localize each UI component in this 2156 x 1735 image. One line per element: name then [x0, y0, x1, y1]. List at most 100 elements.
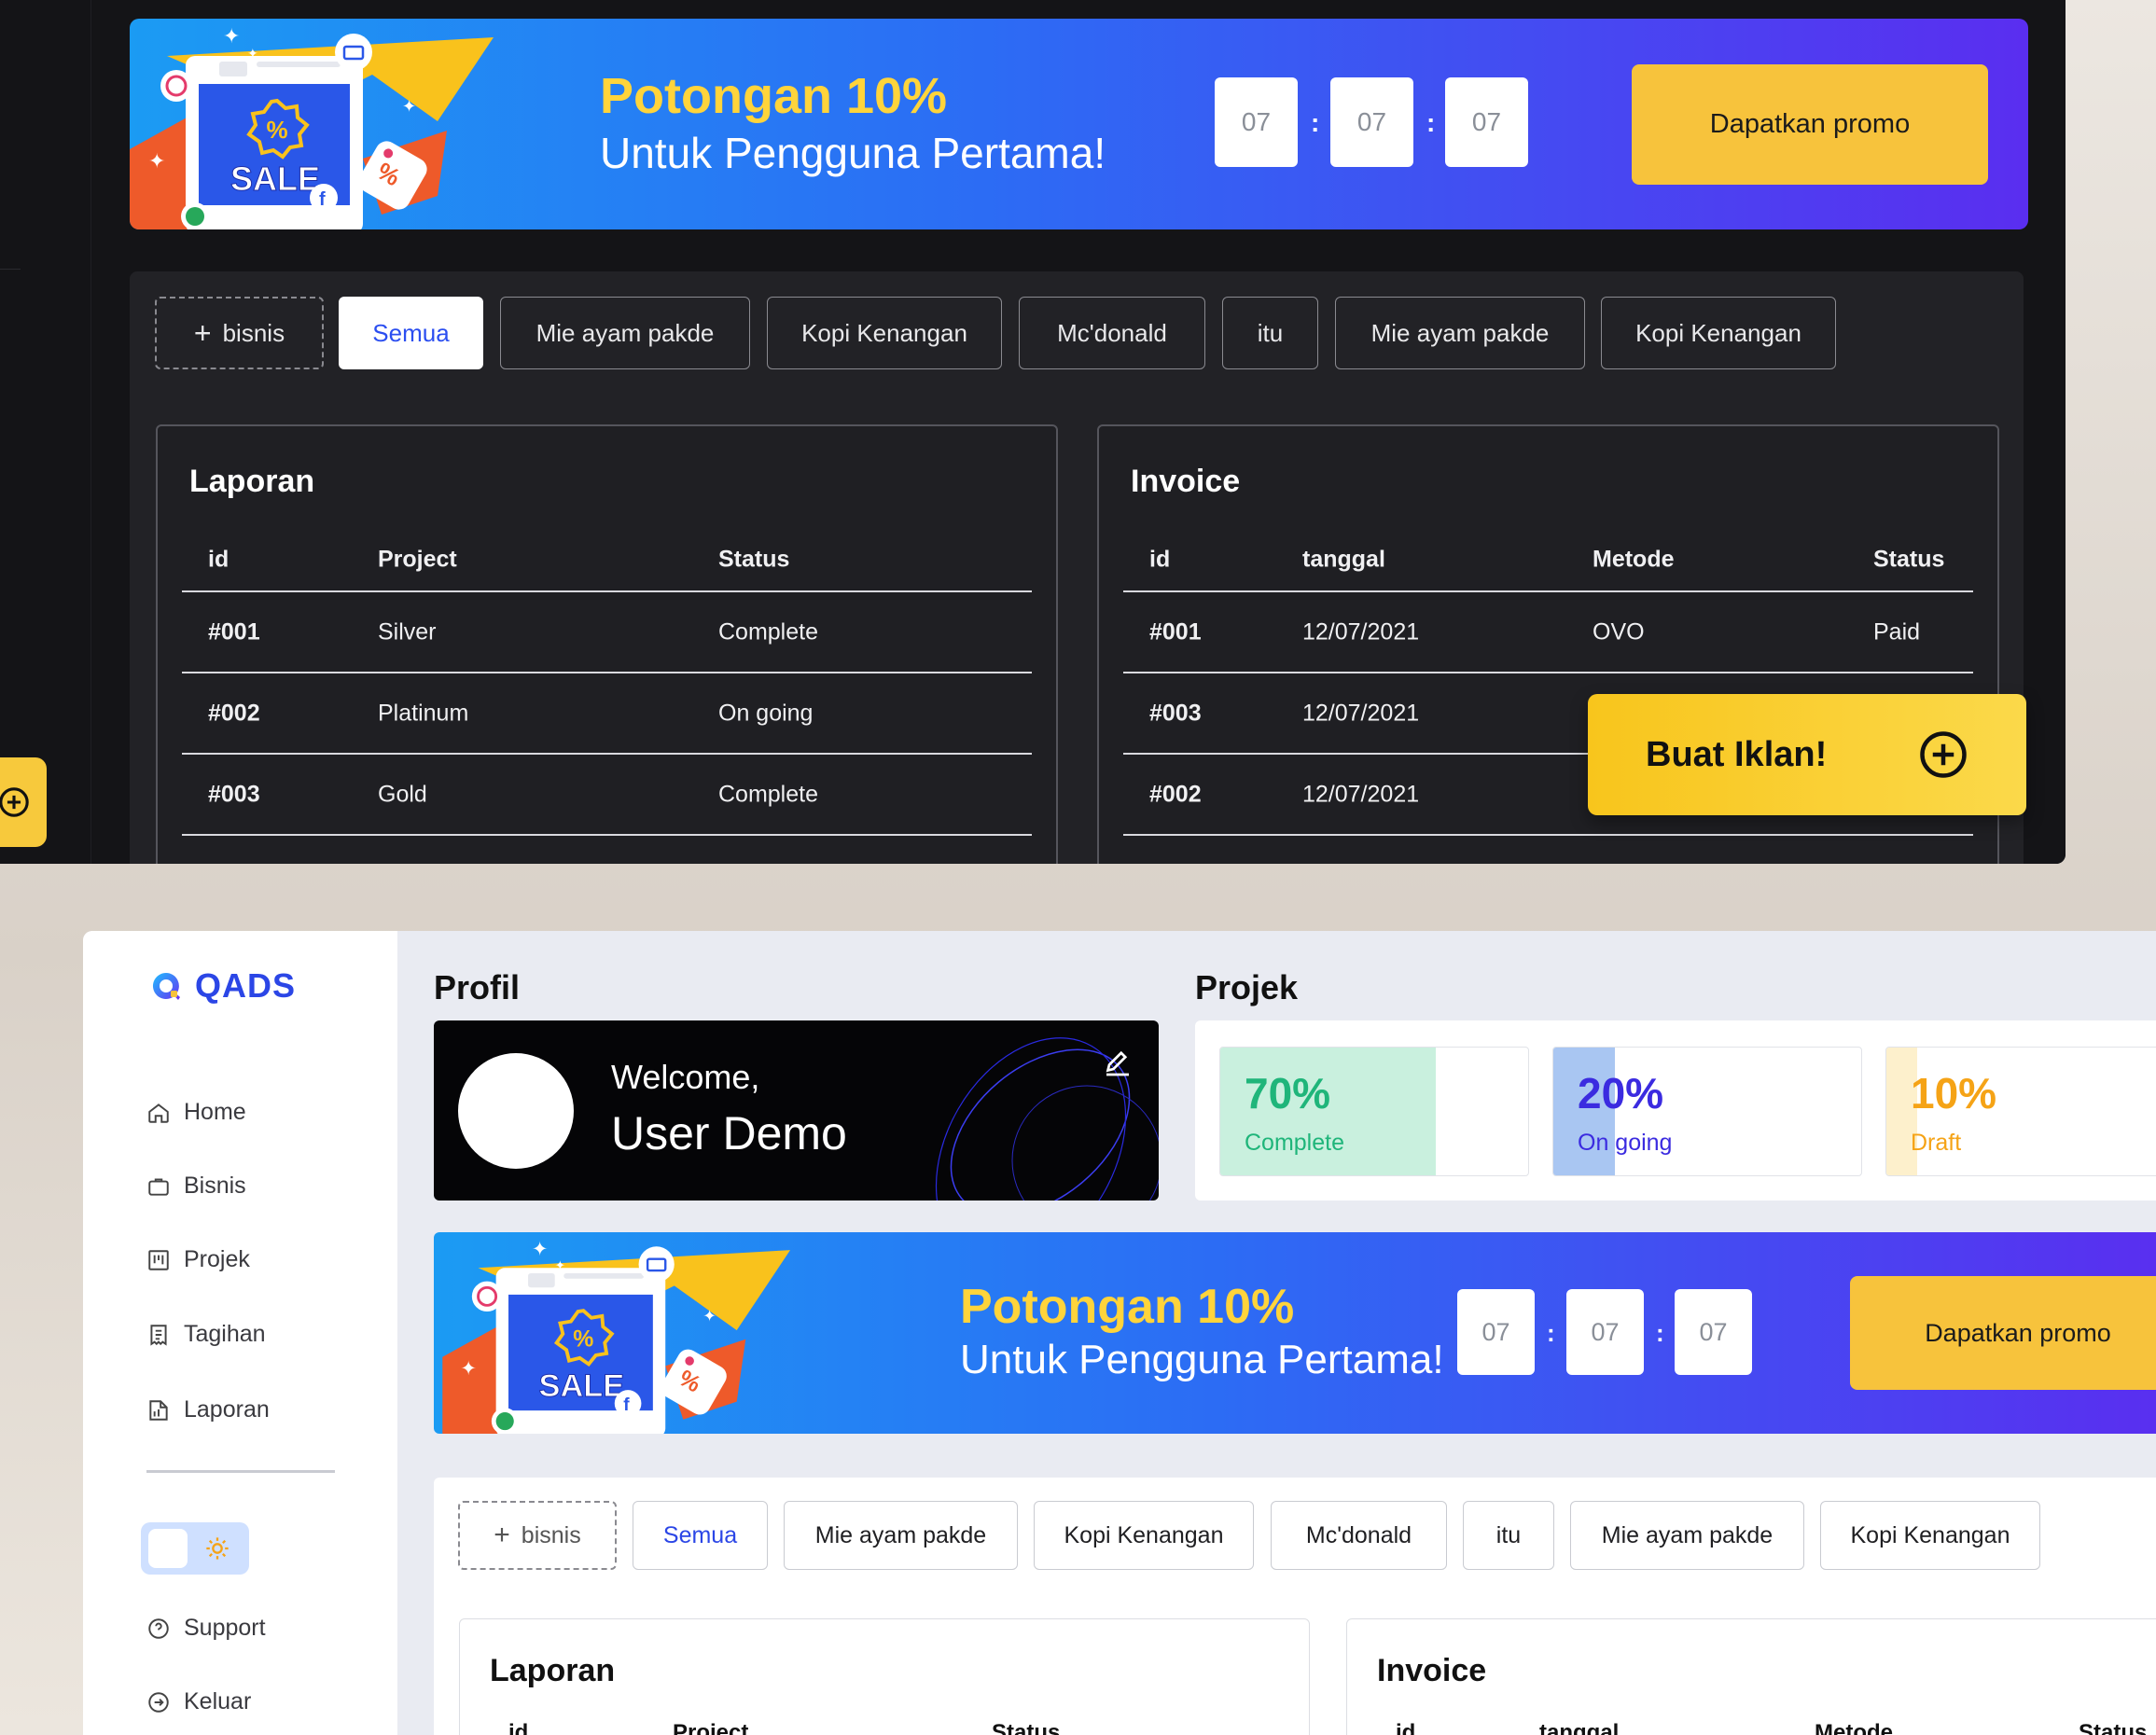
logout-icon — [148, 1691, 169, 1713]
stat-label: Draft — [1911, 1130, 1962, 1156]
stat-ongoing[interactable]: 20% On going — [1552, 1047, 1862, 1176]
row-id: #001 — [208, 618, 260, 645]
laporan-title: Laporan — [189, 464, 315, 499]
svg-text:✦: ✦ — [223, 24, 240, 48]
invoice-card: Invoice id tanggal Metode Status — [1346, 1618, 2156, 1735]
get-promo-button[interactable]: Dapatkan promo — [1632, 64, 1988, 185]
svg-text:%: % — [266, 116, 287, 144]
sidebar-item-projek[interactable]: Projek — [146, 1246, 250, 1273]
filter-chip-semua[interactable]: Semua — [633, 1501, 768, 1570]
column-header: Project — [378, 546, 457, 573]
column-header: id — [1396, 1720, 1416, 1735]
row-date: 12/07/2021 — [1302, 618, 1420, 645]
row-date: 12/07/2021 — [1302, 781, 1420, 807]
row-id: #002 — [1149, 781, 1202, 807]
filter-chip-semua[interactable]: Semua — [339, 297, 483, 369]
row-project: Gold — [378, 781, 427, 807]
briefcase-icon — [148, 1177, 169, 1196]
laporan-table: id Project Status #001 Silver Complete #… — [182, 529, 1032, 836]
svg-text:SALE: SALE — [539, 1368, 625, 1404]
sidebar-item-bisnis[interactable]: Bisnis — [146, 1173, 246, 1200]
sidebar-item-tagihan[interactable]: Tagihan — [146, 1321, 266, 1348]
sale-illustration: % SALE f % ✦✦ ✦✦ — [442, 1239, 791, 1434]
theme-toggle[interactable] — [141, 1522, 249, 1575]
sidebar-item-label: Support — [184, 1615, 266, 1641]
stat-draft[interactable]: 10% Draft — [1885, 1047, 2156, 1176]
row-project: Platinum — [378, 700, 469, 726]
add-business-button[interactable]: + bisnis — [458, 1501, 617, 1570]
plus-circle-icon — [1920, 731, 1967, 778]
divider — [146, 1470, 335, 1473]
sidebar-item-label: Bisnis — [184, 1173, 246, 1199]
sidebar-item-label: Keluar — [184, 1688, 252, 1714]
svg-text:✦: ✦ — [555, 1258, 565, 1272]
countdown-hours: 07 — [1215, 77, 1298, 167]
stat-label: Complete — [1245, 1130, 1344, 1156]
add-business-button[interactable]: + bisnis — [155, 297, 324, 369]
dark-theme-screenshot: % SALE f % ✦ ✦ ✦ ✦ Potongan 10% Untuk Peng… — [0, 0, 2066, 864]
table-header: id Project Status — [182, 529, 1032, 592]
filter-chip[interactable]: Kopi Kenangan — [767, 297, 1002, 369]
filter-chip[interactable]: Mc'donald — [1019, 297, 1205, 369]
sidebar-item-home[interactable]: Home — [146, 1099, 246, 1126]
filter-chip[interactable]: Mc'donald — [1271, 1501, 1447, 1570]
table-row[interactable]: #001 12/07/2021 OVO Paid — [1123, 592, 1973, 673]
column-header: tanggal — [1302, 546, 1385, 573]
table-row[interactable]: #003 Gold Complete — [182, 755, 1032, 836]
sidebar-item-keluar[interactable]: Keluar — [146, 1688, 251, 1715]
filter-chip[interactable]: itu — [1222, 297, 1318, 369]
logo-text: QADS — [195, 966, 297, 1005]
qads-logo-icon — [152, 973, 180, 1000]
avatar[interactable] — [458, 1053, 574, 1169]
filter-chip[interactable]: Mie ayam pakde — [1335, 297, 1585, 369]
sidebar-item-support[interactable]: Support — [146, 1615, 266, 1642]
column-header: Project — [673, 1720, 749, 1735]
edit-pen-icon[interactable] — [1101, 1047, 1134, 1080]
svg-text:✦: ✦ — [402, 97, 416, 116]
column-header: Status — [718, 546, 790, 573]
row-method: OVO — [1593, 618, 1645, 645]
column-header: id — [508, 1720, 529, 1735]
create-ad-button[interactable]: Buat Iklan! — [1588, 694, 2026, 815]
filter-chip[interactable]: Kopi Kenangan — [1601, 297, 1836, 369]
column-header: tanggal — [1539, 1720, 1620, 1735]
row-status: Complete — [718, 781, 818, 807]
countdown-separator: : — [1547, 1319, 1555, 1347]
svg-text:✦: ✦ — [247, 46, 258, 61]
filter-chip[interactable]: Kopi Kenangan — [1820, 1501, 2040, 1570]
sidebar-item-laporan[interactable]: Laporan — [146, 1396, 270, 1423]
countdown-hours: 07 — [1457, 1289, 1535, 1375]
projek-section-title: Projek — [1195, 968, 1299, 1006]
column-header: id — [1149, 546, 1171, 573]
row-id: #003 — [1149, 700, 1202, 726]
promo-subtitle: Untuk Pengguna Pertama! — [600, 129, 1106, 177]
sidebar-item-label: Projek — [184, 1246, 250, 1272]
filter-chip[interactable]: itu — [1463, 1501, 1554, 1570]
divider — [0, 269, 21, 270]
plus-circle-icon — [0, 787, 29, 817]
countdown-seconds: 07 — [1445, 77, 1528, 167]
filter-chip[interactable]: Kopi Kenangan — [1034, 1501, 1254, 1570]
user-name: User Demo — [611, 1107, 847, 1159]
filter-chip[interactable]: Mie ayam pakde — [784, 1501, 1018, 1570]
add-business-label: bisnis — [521, 1521, 581, 1548]
sale-illustration: % SALE f % ✦✦ ✦✦ — [130, 24, 494, 229]
column-header: Status — [1873, 546, 1945, 573]
table-row[interactable]: #002 Platinum On going — [182, 673, 1032, 755]
get-promo-button[interactable]: Dapatkan promo — [1850, 1276, 2156, 1390]
laporan-card: Laporan id Project Status — [459, 1618, 1310, 1735]
svg-text:f: f — [319, 189, 326, 210]
promo-title: Potongan 10% — [960, 1280, 1295, 1334]
dark-collapsed-fab[interactable] — [0, 757, 47, 847]
dark-main-content: % SALE f % ✦ ✦ ✦ ✦ Potongan 10% Untuk Peng… — [91, 0, 2066, 864]
app-logo[interactable]: QADS — [150, 966, 296, 1006]
filter-chip[interactable]: Mie ayam pakde — [500, 297, 750, 369]
table-row[interactable]: #001 Silver Complete — [182, 592, 1032, 673]
welcome-text: Welcome, — [611, 1058, 760, 1096]
svg-text:f: f — [623, 1395, 630, 1415]
countdown-minutes: 07 — [1566, 1289, 1644, 1375]
promo-subtitle: Untuk Pengguna Pertama! — [960, 1337, 1444, 1382]
stat-complete[interactable]: 70% Complete — [1219, 1047, 1529, 1176]
filter-chip[interactable]: Mie ayam pakde — [1570, 1501, 1804, 1570]
toggle-knob — [148, 1529, 188, 1568]
